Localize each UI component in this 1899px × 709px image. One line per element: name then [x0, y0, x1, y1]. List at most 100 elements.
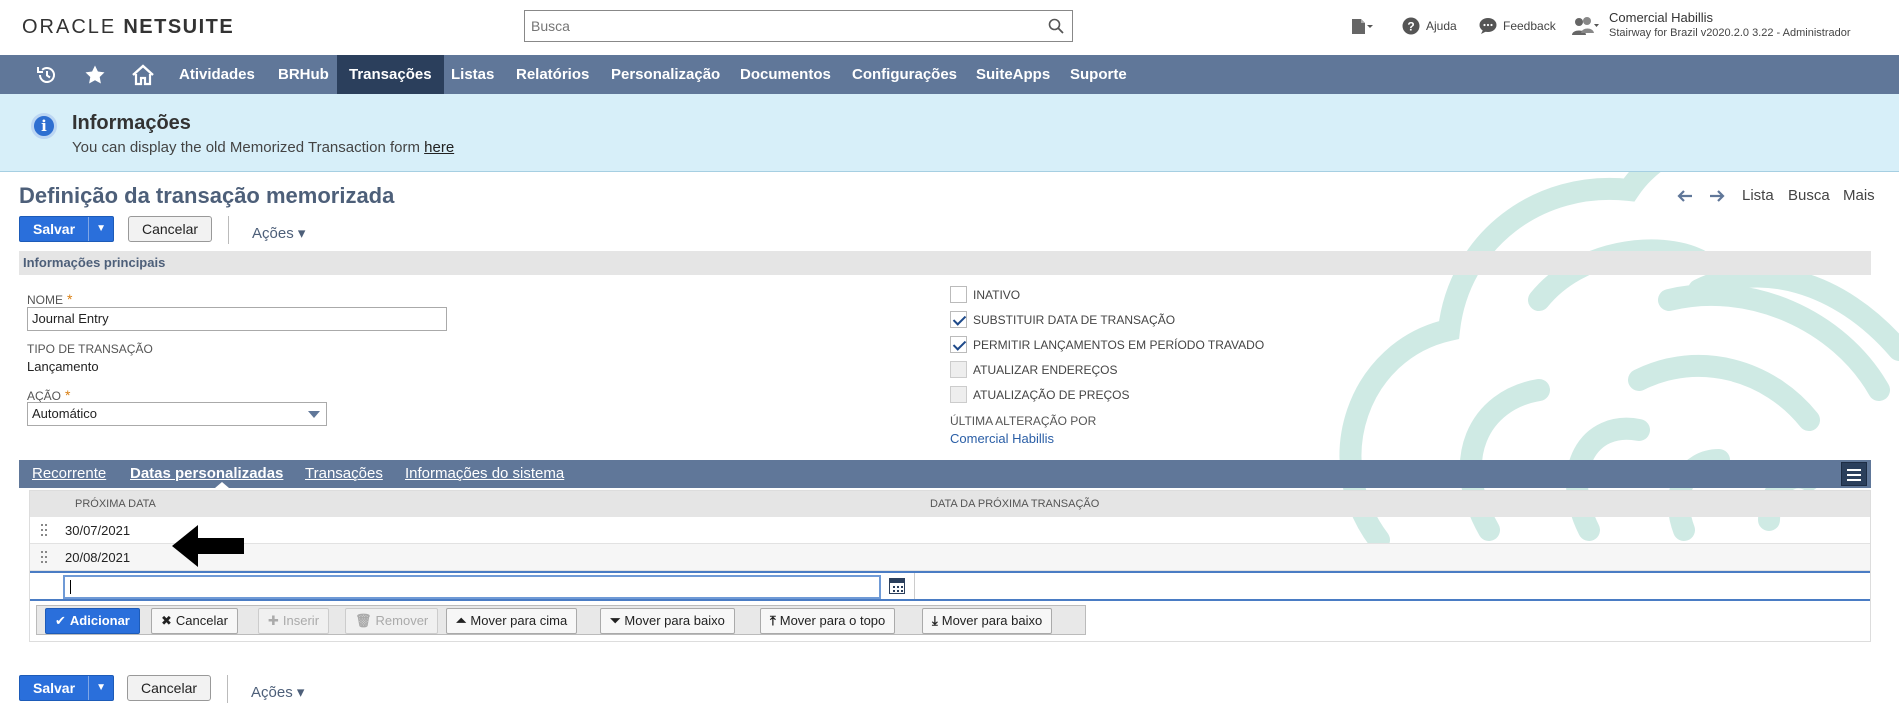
list-link[interactable]: Lista [1742, 187, 1774, 204]
transaction-type-label: Tipo de transação [27, 342, 153, 356]
feedback-icon [1479, 18, 1497, 34]
save-button-bottom[interactable]: Salvar ▼ [19, 675, 115, 701]
cancel-line-button[interactable]: ✖ Cancelar [151, 608, 238, 634]
nav-suiteapps[interactable]: SuiteApps [964, 55, 1062, 94]
update-prices-checkbox [950, 386, 967, 403]
replace-date-label: Substituir data de transação [973, 312, 1176, 327]
next-date-value: 20/08/2021 [65, 550, 131, 565]
nav-documentos[interactable]: Documentos [728, 55, 843, 94]
old-form-link[interactable]: here [424, 139, 454, 156]
column-next-date: Próxima data [75, 498, 156, 510]
allow-locked-period-label: Permitir lançamentos em período travado [973, 337, 1265, 352]
update-addresses-checkbox-row: Atualizar endereços [950, 361, 1117, 378]
nav-personalizacao[interactable]: Personalização [599, 55, 732, 94]
chevron-down-icon[interactable] [308, 411, 320, 418]
help-label: Ajuda [1426, 19, 1457, 33]
tab-informacoes-sistema[interactable]: Informações do sistema [405, 465, 564, 482]
oracle-netsuite-logo[interactable]: ORACLE NETSUITE [22, 16, 234, 39]
move-to-top-button[interactable]: ⤒ Mover para o topo [760, 608, 896, 634]
move-up-button[interactable]: ⏶ Mover para cima [446, 608, 578, 634]
sublist-button-bar: ✔ Adicionar ✖ Cancelar ✚ Inserir 🗑 Remover ⏶… [36, 605, 1086, 635]
save-label[interactable]: Salvar [20, 676, 90, 700]
action-select[interactable]: Automático [27, 402, 327, 426]
info-text: You can display the old Memorized Transa… [72, 139, 425, 156]
actions-menu-top[interactable]: Ações ▾ [252, 224, 305, 242]
feedback-label: Feedback [1503, 19, 1556, 33]
subtab-bar: Recorrente Datas personalizadas Transaçõ… [19, 460, 1871, 488]
calendar-icon[interactable] [889, 578, 905, 594]
allow-locked-period-checkbox-row[interactable]: Permitir lançamentos em período travado [950, 336, 1264, 353]
last-changed-user-link[interactable]: Comercial Habillis [950, 431, 1054, 446]
move-to-bottom-button[interactable]: ⤓ Mover para baixo [922, 608, 1053, 634]
feedback-link[interactable]: Feedback [1479, 17, 1556, 35]
cancel-button-bottom[interactable]: Cancelar [127, 675, 212, 701]
favorites-star-icon[interactable] [84, 64, 106, 86]
transaction-type-value: Lançamento [27, 359, 99, 374]
tab-recorrente[interactable]: Recorrente [32, 465, 106, 482]
search-link[interactable]: Busca [1788, 187, 1830, 204]
tab-datas-personalizadas[interactable]: Datas personalizadas [130, 465, 283, 482]
nav-transacoes[interactable]: Transações [337, 55, 444, 94]
action-selected-value: Automático [32, 406, 98, 421]
new-line-edit-row [30, 571, 1870, 601]
inactive-checkbox[interactable] [950, 286, 967, 303]
nav-suporte[interactable]: Suporte [1058, 55, 1139, 94]
logo-netsuite-text: NETSUITE [123, 16, 235, 38]
home-icon[interactable] [131, 64, 155, 86]
role-menu-icon-wrap[interactable] [1571, 16, 1599, 36]
inactive-checkbox-row[interactable]: Inativo [950, 286, 1020, 303]
main-info-section-header[interactable]: Informações principais [19, 251, 1871, 275]
update-prices-checkbox-row: Atualização de preços [950, 386, 1129, 403]
move-down-button[interactable]: ⏷ Mover para baixo [600, 608, 735, 634]
info-icon: i [31, 113, 57, 139]
active-tab-indicator [215, 482, 229, 488]
plus-icon: ✚ [268, 613, 279, 628]
save-dropdown-icon[interactable]: ▼ [89, 676, 113, 700]
tab-transacoes[interactable]: Transações [305, 465, 383, 482]
add-line-button[interactable]: ✔ Adicionar [45, 608, 140, 634]
create-new-menu[interactable] [1350, 17, 1374, 35]
view-settings-icon[interactable] [1841, 462, 1867, 486]
drag-handle-icon[interactable] [41, 551, 47, 563]
annotation-arrow-icon [172, 525, 244, 567]
help-icon: ? [1402, 17, 1420, 35]
save-label[interactable]: Salvar [20, 217, 90, 241]
custom-dates-sublist: Próxima data Data da próxima transação 3… [29, 490, 1871, 642]
arrow-top-icon: ⤒ [770, 613, 776, 628]
nav-listas[interactable]: Listas [439, 55, 506, 94]
last-changed-label: Última alteração por [950, 414, 1097, 428]
search-icon[interactable] [1048, 18, 1064, 34]
save-dropdown-icon[interactable]: ▼ [89, 217, 113, 241]
user-role-menu[interactable]: Comercial Habillis Stairway for Brazil v… [1609, 10, 1851, 39]
next-date-value: 30/07/2021 [65, 523, 131, 538]
table-row[interactable]: 30/07/2021 [30, 517, 1870, 544]
divider [227, 675, 228, 703]
nav-configuracoes[interactable]: Configurações [840, 55, 969, 94]
table-row[interactable]: 20/08/2021 [30, 544, 1870, 571]
info-message: You can display the old Memorized Transa… [72, 139, 454, 156]
search-input[interactable] [525, 11, 1025, 41]
name-field[interactable]: Journal Entry [27, 307, 447, 331]
next-date-input[interactable] [63, 575, 881, 599]
nav-relatorios[interactable]: Relatórios [504, 55, 601, 94]
help-link[interactable]: ? Ajuda [1402, 17, 1457, 35]
more-link[interactable]: Mais [1843, 187, 1875, 204]
replace-date-checkbox[interactable] [950, 311, 967, 328]
new-record-icon [1352, 19, 1373, 34]
cancel-button-top[interactable]: Cancelar [128, 216, 213, 242]
drag-handle-icon[interactable] [41, 524, 47, 536]
save-button-top[interactable]: Salvar ▼ [19, 216, 115, 242]
user-name: Comercial Habillis [1609, 10, 1714, 25]
actions-menu-bottom[interactable]: Ações ▾ [251, 683, 304, 701]
nav-atividades[interactable]: Atividades [167, 55, 267, 94]
replace-date-checkbox-row[interactable]: Substituir data de transação [950, 311, 1175, 328]
name-label: Nome * [27, 291, 73, 307]
column-next-transaction-date: Data da próxima transação [930, 498, 1100, 510]
global-search[interactable] [524, 10, 1073, 42]
arrow-bottom-icon: ⤓ [932, 613, 938, 628]
previous-record-icon[interactable] [1677, 189, 1693, 203]
next-record-icon[interactable] [1709, 189, 1725, 203]
recent-history-icon[interactable] [36, 64, 58, 86]
allow-locked-period-checkbox[interactable] [950, 336, 967, 353]
nav-brhub[interactable]: BRHub [266, 55, 341, 94]
